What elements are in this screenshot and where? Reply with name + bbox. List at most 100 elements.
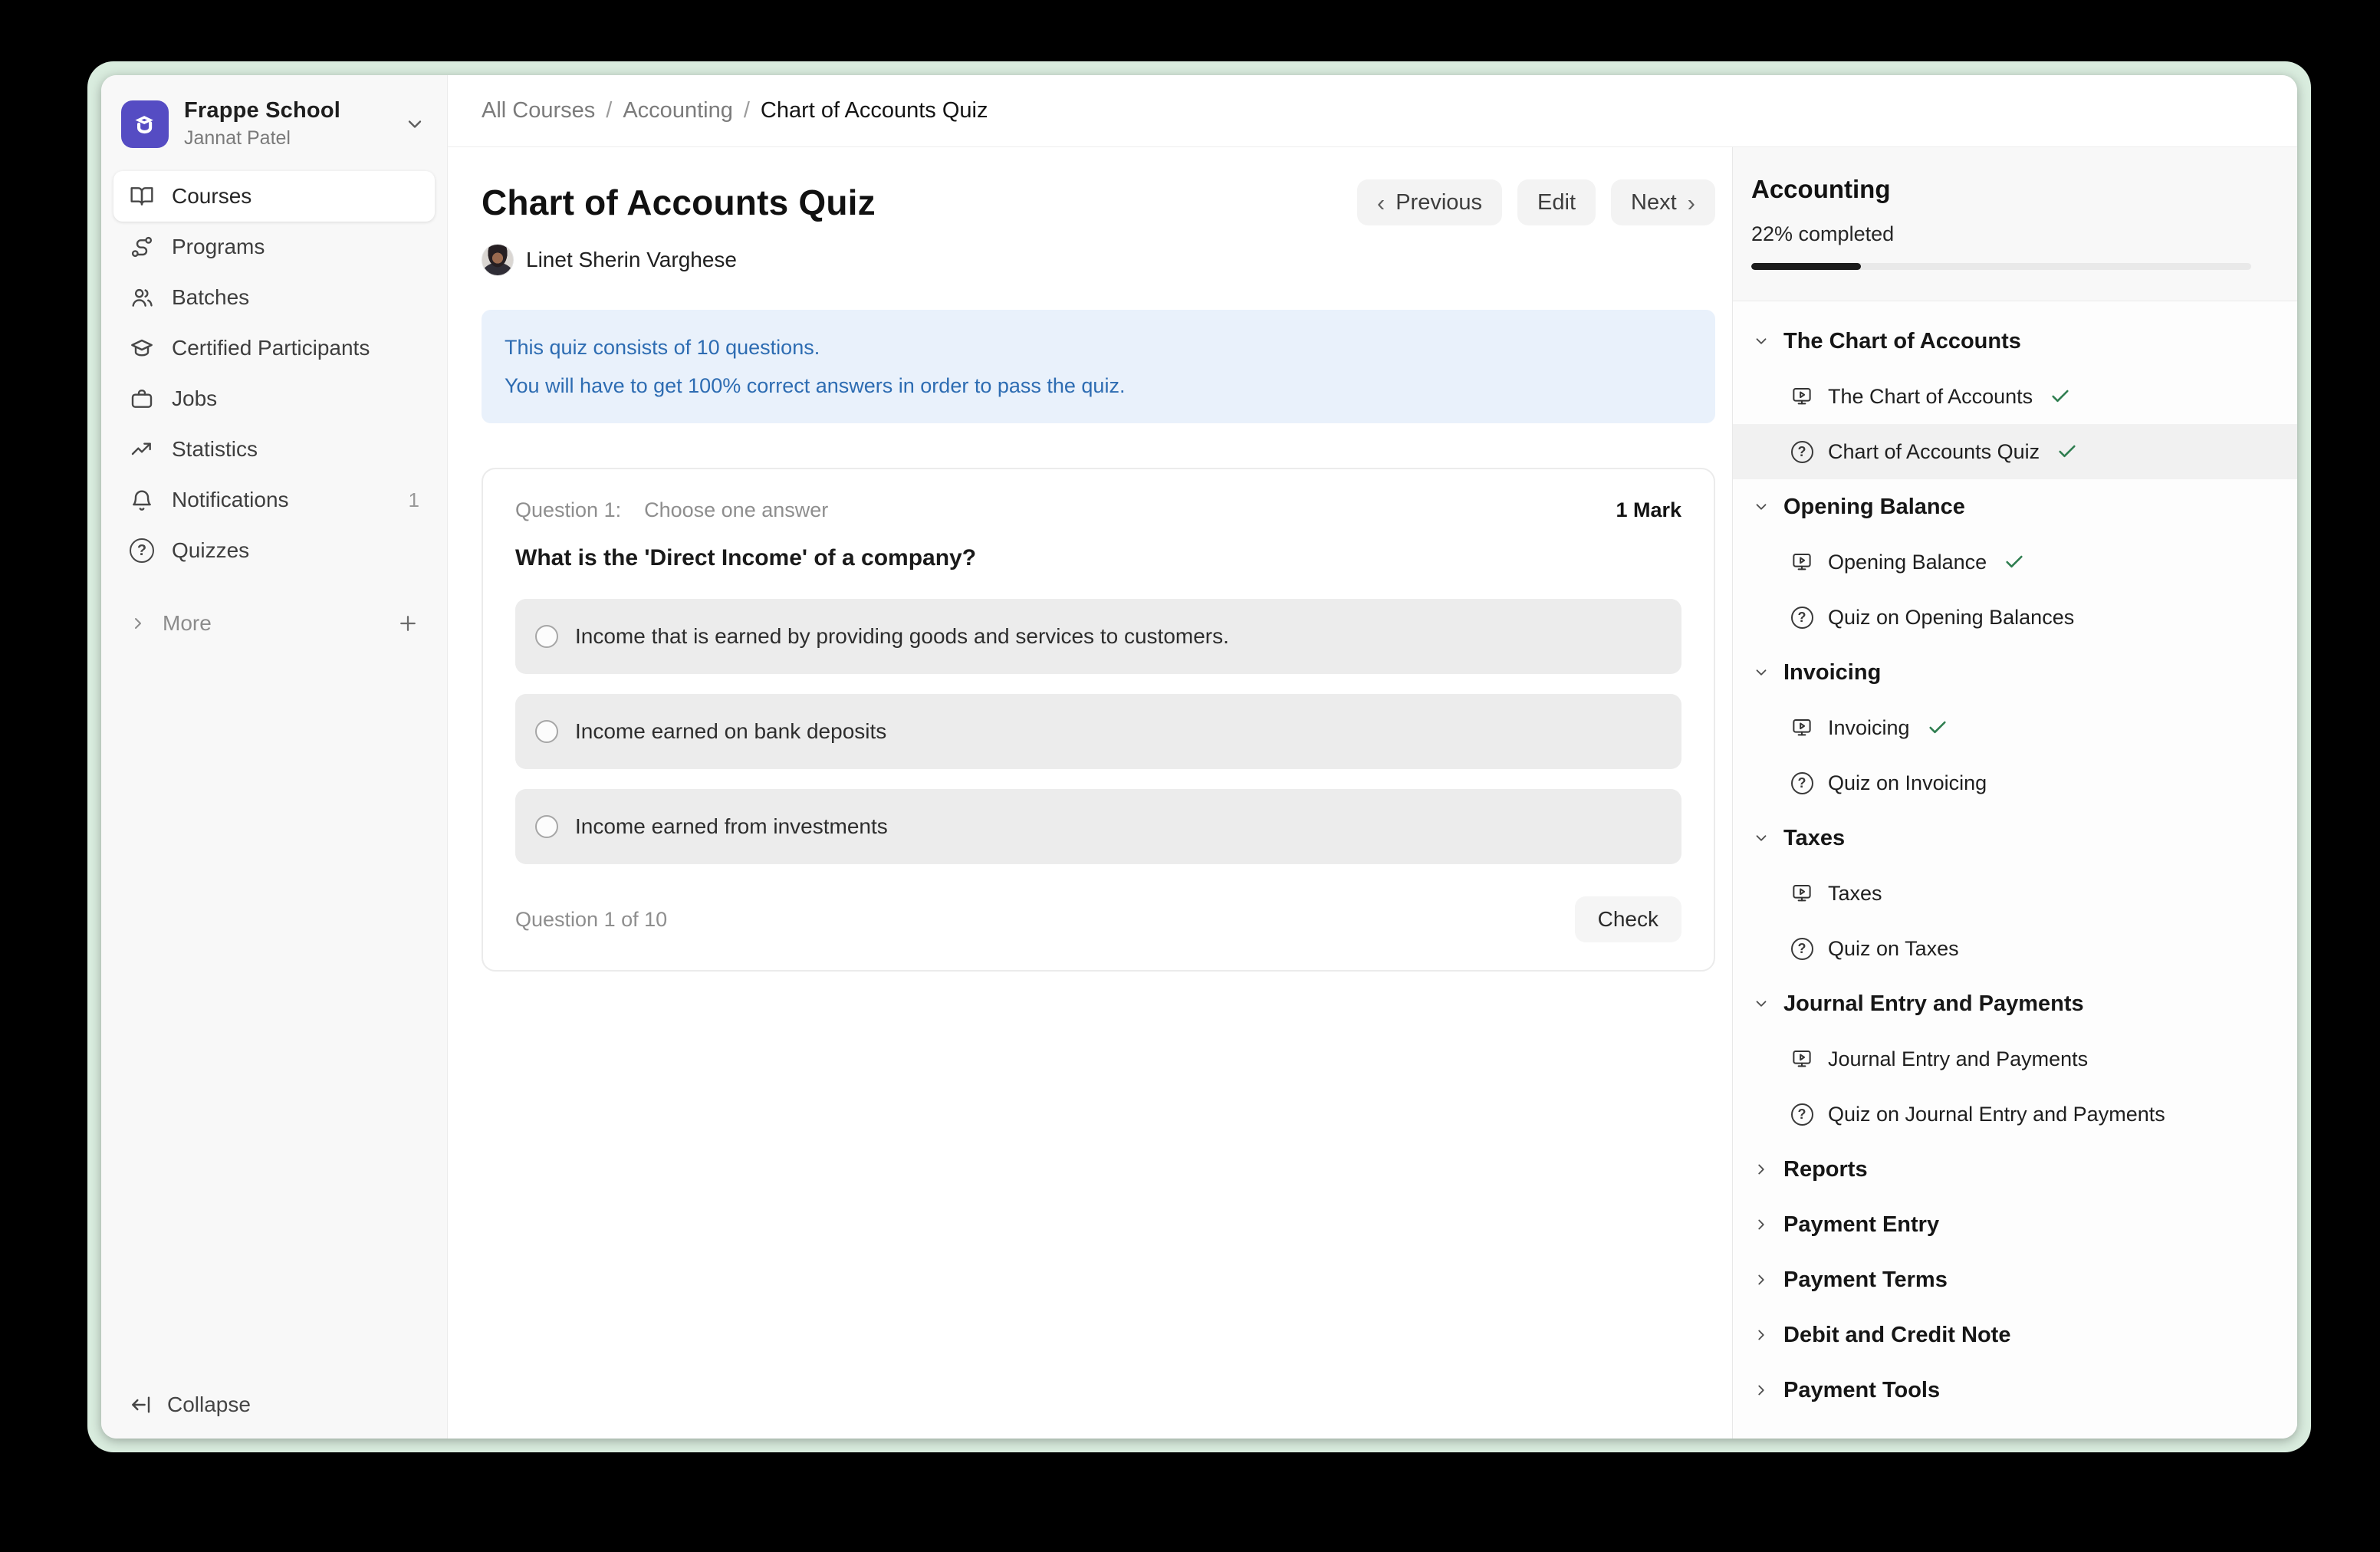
- outline-item-label: Quiz on Taxes: [1828, 937, 1959, 961]
- main-content: Chart of Accounts Quiz ‹ Previous Edit N…: [448, 147, 1732, 1439]
- quiz-icon: ?: [1790, 936, 1814, 961]
- sidebar-item-courses[interactable]: Courses: [113, 171, 435, 222]
- section-payment-tools[interactable]: Payment Tools: [1733, 1363, 2297, 1418]
- sidebar-item-jobs[interactable]: Jobs: [113, 373, 435, 424]
- sidebar-item-quizzes[interactable]: ? Quizzes: [113, 525, 435, 576]
- outline-item-journal-entry-and-payments[interactable]: Journal Entry and Payments: [1733, 1031, 2297, 1087]
- course-outline-panel: Accounting 22% completed The Chart of Ac…: [1732, 147, 2297, 1439]
- outline-item-invoicing[interactable]: Invoicing: [1733, 700, 2297, 755]
- desktop-background: Frappe School Jannat Patel Courses Pro: [0, 0, 2380, 1552]
- previous-button[interactable]: ‹ Previous: [1357, 179, 1502, 225]
- answer-option-label: Income that is earned by providing goods…: [575, 624, 1229, 649]
- course-outline: The Chart of Accounts The Chart of Accou…: [1733, 301, 2297, 1425]
- outline-item-quiz-on-taxes[interactable]: ? Quiz on Taxes: [1733, 921, 2297, 976]
- edit-button[interactable]: Edit: [1517, 179, 1596, 225]
- outline-item-taxes[interactable]: Taxes: [1733, 866, 2297, 921]
- section-title: Payment Tools: [1783, 1378, 1940, 1403]
- outline-item-opening-balance[interactable]: Opening Balance: [1733, 534, 2297, 590]
- graduation-cap-icon: [129, 335, 155, 361]
- collapse-sidebar-button[interactable]: Collapse: [113, 1393, 435, 1417]
- more-label: More: [163, 611, 212, 636]
- section-reports[interactable]: Reports: [1733, 1142, 2297, 1197]
- section-taxes[interactable]: Taxes: [1733, 811, 2297, 866]
- book-open-icon: [129, 183, 155, 209]
- quiz-card: Question 1: Choose one answer 1 Mark Wha…: [482, 468, 1715, 972]
- outline-item-chart-of-accounts-quiz[interactable]: ? Chart of Accounts Quiz: [1733, 424, 2297, 479]
- chevron-right-icon: ›: [1688, 191, 1695, 215]
- sidebar-item-label: Batches: [172, 285, 249, 310]
- outline-item-label: The Chart of Accounts: [1828, 385, 2033, 409]
- next-button-label: Next: [1631, 190, 1677, 215]
- check-icon: [2056, 441, 2078, 462]
- lesson-icon: [1790, 384, 1814, 409]
- page-actions: ‹ Previous Edit Next ›: [1357, 179, 1715, 225]
- section-title: Debit and Credit Note: [1783, 1323, 2010, 1348]
- school-name: Frappe School: [184, 98, 340, 123]
- outline-item-label: Quiz on Opening Balances: [1828, 606, 2074, 630]
- notification-count-badge: 1: [409, 488, 419, 512]
- section-payment-entry[interactable]: Payment Entry: [1733, 1197, 2297, 1252]
- chevron-right-icon: [1753, 1382, 1770, 1399]
- course-progress-header: Accounting 22% completed: [1733, 147, 2297, 301]
- sidebar-item-batches[interactable]: Batches: [113, 272, 435, 323]
- section-the-chart-of-accounts[interactable]: The Chart of Accounts: [1733, 314, 2297, 369]
- section-payment-terms[interactable]: Payment Terms: [1733, 1252, 2297, 1307]
- outline-item-label: Chart of Accounts Quiz: [1828, 440, 2040, 464]
- sidebar-item-notifications[interactable]: Notifications 1: [113, 475, 435, 525]
- sidebar-more-row[interactable]: More: [113, 611, 435, 636]
- author-row: Linet Sherin Varghese: [482, 244, 1715, 276]
- radio-button[interactable]: [535, 625, 558, 648]
- sidebar-item-certified-participants[interactable]: Certified Participants: [113, 323, 435, 373]
- section-invoicing[interactable]: Invoicing: [1733, 645, 2297, 700]
- section-debit-and-credit-note[interactable]: Debit and Credit Note: [1733, 1307, 2297, 1363]
- quiz-notice: This quiz consists of 10 questions. You …: [482, 310, 1715, 423]
- section-title: Invoicing: [1783, 660, 1881, 686]
- chevron-down-icon: [1753, 664, 1770, 681]
- briefcase-icon: [129, 386, 155, 412]
- notice-line: You will have to get 100% correct answer…: [505, 367, 1692, 405]
- lesson-icon: [1790, 550, 1814, 574]
- sidebar-item-label: Statistics: [172, 437, 258, 462]
- radio-button[interactable]: [535, 815, 558, 838]
- edit-button-label: Edit: [1537, 190, 1576, 215]
- sidebar-item-label: Certified Participants: [172, 336, 370, 360]
- answer-option-2[interactable]: Income earned on bank deposits: [515, 694, 1681, 769]
- outline-item-the-chart-of-accounts[interactable]: The Chart of Accounts: [1733, 369, 2297, 424]
- answer-options: Income that is earned by providing goods…: [515, 599, 1681, 864]
- question-footer: Question 1 of 10 Check: [515, 896, 1681, 942]
- sidebar-item-programs[interactable]: Programs: [113, 222, 435, 272]
- section-title: Reports: [1783, 1157, 1868, 1182]
- sidebar-item-label: Programs: [172, 235, 265, 259]
- section-title: The Chart of Accounts: [1783, 329, 2021, 354]
- outline-item-label: Taxes: [1828, 882, 1882, 906]
- collapse-label: Collapse: [167, 1393, 251, 1417]
- breadcrumb-accounting[interactable]: Accounting: [623, 98, 733, 123]
- outline-item-label: Quiz on Journal Entry and Payments: [1828, 1103, 2165, 1126]
- section-journal-entry-and-payments[interactable]: Journal Entry and Payments: [1733, 976, 2297, 1031]
- section-title: Payment Entry: [1783, 1212, 1939, 1238]
- progress-bar: [1751, 263, 2251, 270]
- answer-option-3[interactable]: Income earned from investments: [515, 789, 1681, 864]
- check-button[interactable]: Check: [1575, 896, 1681, 942]
- breadcrumb-all-courses[interactable]: All Courses: [482, 98, 595, 123]
- breadcrumb-separator: /: [744, 98, 750, 123]
- workspace-switcher[interactable]: Frappe School Jannat Patel: [113, 92, 435, 171]
- next-button[interactable]: Next ›: [1611, 179, 1715, 225]
- outline-item-quiz-on-invoicing[interactable]: ? Quiz on Invoicing: [1733, 755, 2297, 811]
- check-icon: [1927, 717, 1948, 738]
- outline-item-label: Invoicing: [1828, 716, 1910, 740]
- sidebar-item-statistics[interactable]: Statistics: [113, 424, 435, 475]
- radio-button[interactable]: [535, 720, 558, 743]
- window-frame: Frappe School Jannat Patel Courses Pro: [87, 61, 2311, 1452]
- section-opening-balance[interactable]: Opening Balance: [1733, 479, 2297, 534]
- outline-item-quiz-on-opening-balances[interactable]: ? Quiz on Opening Balances: [1733, 590, 2297, 645]
- route-icon: [129, 234, 155, 260]
- outline-item-quiz-on-journal-entry-and-payments[interactable]: ? Quiz on Journal Entry and Payments: [1733, 1087, 2297, 1142]
- check-icon: [2050, 386, 2071, 407]
- lesson-icon: [1790, 1047, 1814, 1071]
- question-number-label: Question 1:: [515, 498, 621, 522]
- content-area: All Courses / Accounting / Chart of Acco…: [448, 75, 2297, 1439]
- answer-option-1[interactable]: Income that is earned by providing goods…: [515, 599, 1681, 674]
- plus-icon[interactable]: [396, 612, 419, 635]
- question-header: Question 1: Choose one answer 1 Mark: [515, 498, 1681, 522]
